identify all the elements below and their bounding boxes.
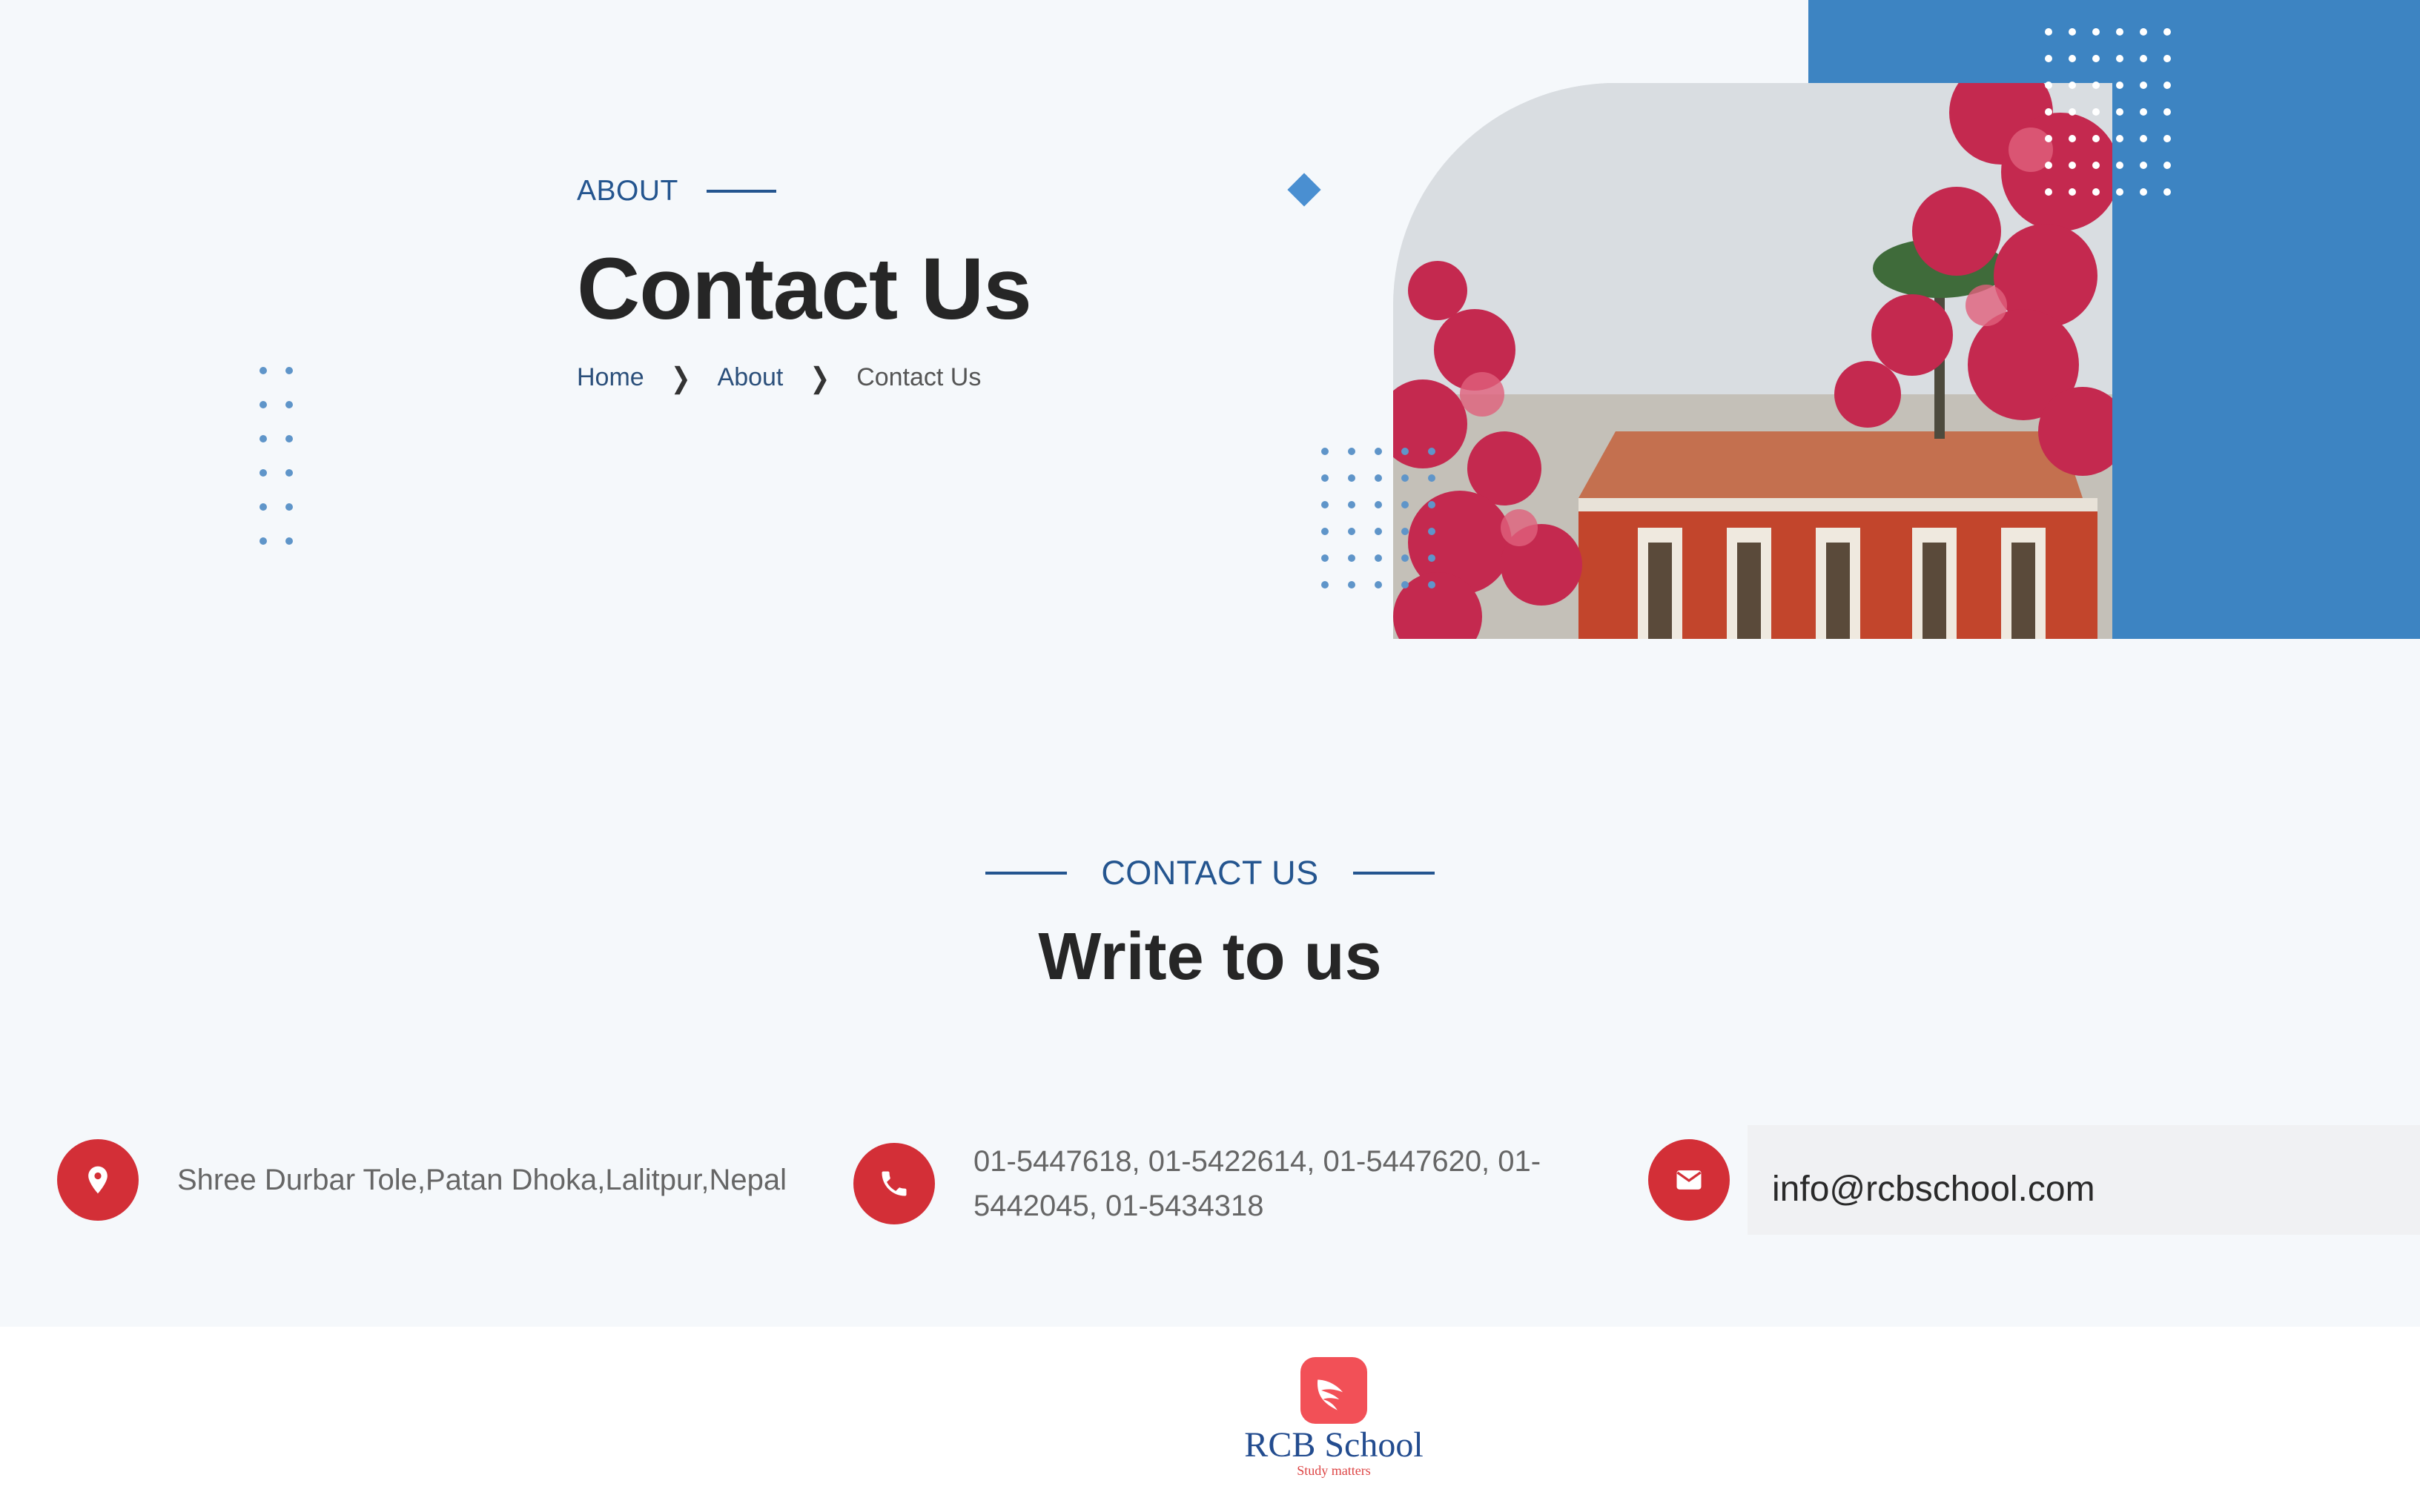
contact-address: Shree Durbar Tole,Patan Dhoka,Lalitpur,N… [57,1139,787,1221]
section-eyebrow-line-right [1352,872,1435,875]
brand-tagline: Study matters [1297,1463,1371,1478]
section-eyebrow-label: CONTACT US [1101,854,1319,892]
section-eyebrow-line-left [985,872,1068,875]
phone-icon[interactable] [853,1143,935,1224]
hero-photo [1393,83,2112,639]
phone-text: 01-5447618, 01-5422614, 01-5447620, 01- … [973,1139,1567,1228]
contact-email [1648,1139,1730,1221]
footer [0,1327,2420,1512]
wing-logo-icon[interactable] [1300,1357,1367,1424]
breadcrumb-current: Contact Us [856,363,982,391]
breadcrumb: Home ❯ About ❯ Contact Us [577,361,982,394]
contact-phone: 01-5447618, 01-5422614, 01-5447620, 01- … [853,1139,1567,1228]
decor-dots-left [259,367,293,545]
phone-text-line2: 5442045, 01-5434318 [973,1190,1264,1222]
hero-eyebrow: ABOUT [577,175,776,208]
decor-diamond [1287,173,1321,207]
decor-dots-top [2045,28,2171,196]
breadcrumb-about-link[interactable]: About [718,363,784,392]
email-link[interactable]: info@rcbschool.com [1772,1169,2095,1210]
hero-eyebrow-label: ABOUT [577,175,678,207]
chevron-right-icon: ❯ [670,361,691,394]
section-eyebrow: CONTACT US [0,854,2420,892]
mail-icon[interactable] [1648,1139,1730,1221]
breadcrumb-home-link[interactable]: Home [577,363,644,392]
hero-section: ABOUT Contact Us Home ❯ About ❯ Contact … [0,0,2420,639]
hero-eyebrow-line [706,190,776,193]
decor-dots-middle [1321,448,1435,588]
phone-text-line1: 01-5447618, 01-5422614, 01-5447620, 01- [973,1145,1541,1178]
section-title: Write to us [1038,920,1382,994]
chevron-right-icon: ❯ [810,361,830,394]
school-building-image [1393,83,2112,639]
brand-name: RCB School [1244,1425,1424,1465]
location-pin-icon [57,1139,139,1221]
page-title: Contact Us [577,240,1032,338]
address-text: Shree Durbar Tole,Patan Dhoka,Lalitpur,N… [177,1164,787,1196]
